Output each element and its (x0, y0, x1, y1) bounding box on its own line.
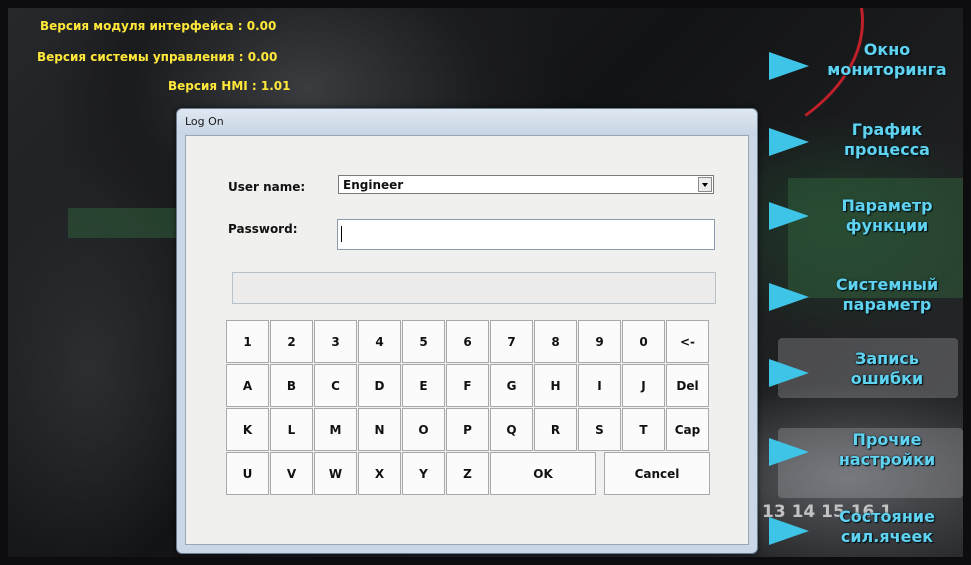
key[interactable]: 9 (578, 320, 621, 363)
password-field[interactable] (337, 219, 715, 250)
caps-key[interactable]: Cap (666, 408, 709, 451)
ok-button[interactable]: OK (490, 452, 596, 495)
key[interactable]: Y (402, 452, 445, 495)
key[interactable]: Q (490, 408, 533, 451)
hmi-version: Версия HMI : 1.01 (168, 79, 291, 93)
key[interactable]: N (358, 408, 401, 451)
menu-label: Состояние сил.ячеек (839, 507, 935, 546)
key[interactable]: H (534, 364, 577, 407)
username-label: User name: (228, 180, 306, 194)
dialog-titlebar[interactable]: Log On (177, 109, 757, 135)
key[interactable]: 8 (534, 320, 577, 363)
key[interactable]: F (446, 364, 489, 407)
key[interactable]: 1 (226, 320, 269, 363)
key[interactable]: 5 (402, 320, 445, 363)
menu-process-graph[interactable]: График процесса (765, 118, 955, 178)
arrow-right-icon (769, 128, 809, 156)
key[interactable]: W (314, 452, 357, 495)
key[interactable]: B (270, 364, 313, 407)
dialog-client-area: User name: Engineer Password: 1 2 3 4 5 … (185, 135, 749, 545)
keyboard-display (232, 272, 716, 304)
menu-other-settings[interactable]: Прочие настройки (765, 428, 955, 488)
key[interactable]: T (622, 408, 665, 451)
key[interactable]: P (446, 408, 489, 451)
menu-label: Окно мониторинга (827, 40, 947, 79)
menu-label: График процесса (844, 120, 930, 159)
menu-error-log[interactable]: Запись ошибки (765, 347, 955, 407)
menu-label: Системный параметр (835, 275, 939, 314)
key[interactable]: O (402, 408, 445, 451)
logon-dialog: Log On User name: Engineer Password: 1 2… (176, 108, 758, 554)
arrow-right-icon (769, 52, 809, 80)
key[interactable]: C (314, 364, 357, 407)
arrow-right-icon (769, 202, 809, 230)
key[interactable]: J (622, 364, 665, 407)
menu-label: Прочие настройки (838, 430, 936, 469)
backspace-key[interactable]: <- (666, 320, 709, 363)
arrow-right-icon (769, 517, 809, 545)
key[interactable]: U (226, 452, 269, 495)
password-label: Password: (228, 222, 298, 236)
cancel-button[interactable]: Cancel (604, 452, 710, 495)
menu-power-cell-status[interactable]: Состояние сил.ячеек (765, 505, 955, 565)
key[interactable]: I (578, 364, 621, 407)
key[interactable]: 2 (270, 320, 313, 363)
menu-monitoring-window[interactable]: Окно мониторинга (765, 38, 955, 98)
key[interactable]: 7 (490, 320, 533, 363)
key[interactable]: Z (446, 452, 489, 495)
menu-label: Параметр функции (841, 196, 933, 235)
arrow-right-icon (769, 283, 809, 311)
chevron-down-icon[interactable] (698, 177, 712, 192)
menu-function-parameter[interactable]: Параметр функции (765, 194, 955, 254)
key[interactable]: D (358, 364, 401, 407)
key[interactable]: 6 (446, 320, 489, 363)
dialog-title: Log On (185, 115, 224, 128)
key[interactable]: 0 (622, 320, 665, 363)
key[interactable]: A (226, 364, 269, 407)
key[interactable]: X (358, 452, 401, 495)
username-select[interactable]: Engineer (338, 175, 714, 194)
key[interactable]: V (270, 452, 313, 495)
key[interactable]: E (402, 364, 445, 407)
username-value: Engineer (343, 178, 404, 192)
key[interactable]: R (534, 408, 577, 451)
key[interactable]: K (226, 408, 269, 451)
menu-system-parameter[interactable]: Системный параметр (765, 273, 955, 333)
key[interactable]: M (314, 408, 357, 451)
menu-label: Запись ошибки (850, 349, 924, 388)
delete-key[interactable]: Del (666, 364, 709, 407)
circuit-board (68, 208, 188, 238)
key[interactable]: 3 (314, 320, 357, 363)
control-system-version: Версия системы управления : 0.00 (37, 50, 278, 64)
arrow-right-icon (769, 359, 809, 387)
key[interactable]: S (578, 408, 621, 451)
arrow-right-icon (769, 438, 809, 466)
key[interactable]: G (490, 364, 533, 407)
interface-module-version: Версия модуля интерфейса : 0.00 (40, 19, 277, 33)
key[interactable]: 4 (358, 320, 401, 363)
text-caret (341, 226, 342, 242)
key[interactable]: L (270, 408, 313, 451)
